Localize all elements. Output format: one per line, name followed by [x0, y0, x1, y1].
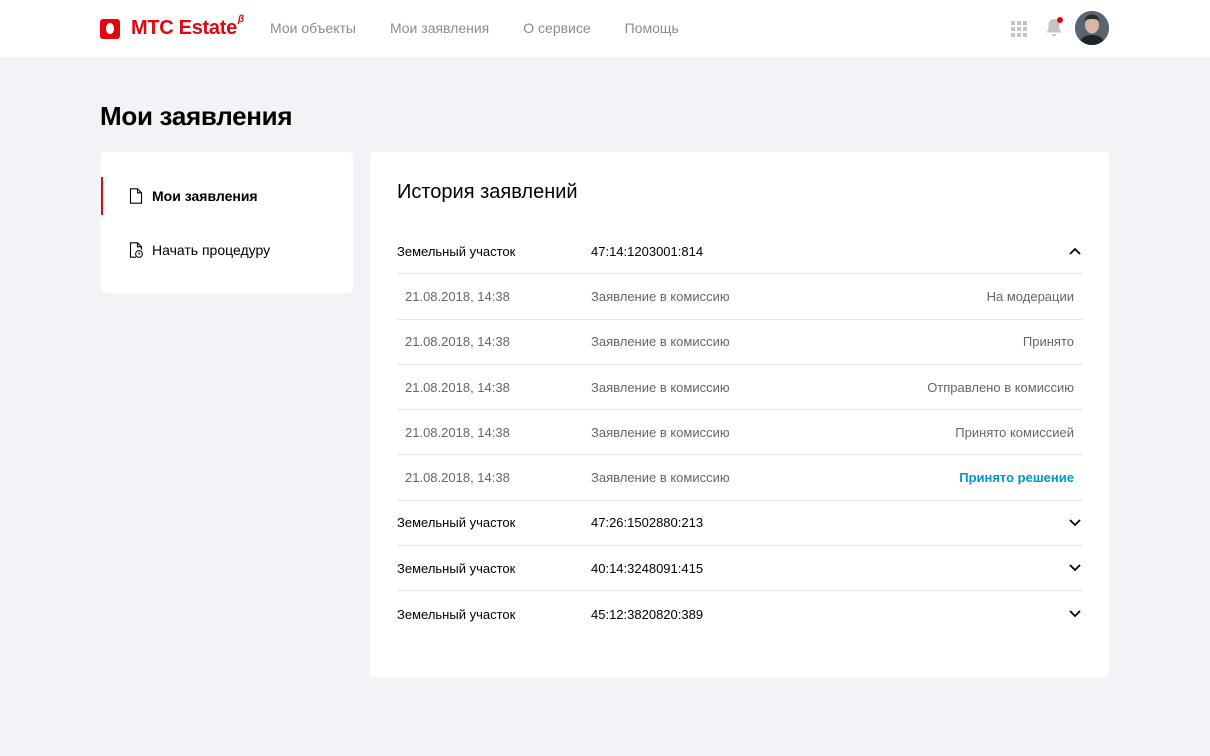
chevron-down-icon[interactable]: [1069, 610, 1081, 618]
application-date: 21.08.2018, 14:38: [405, 424, 510, 440]
chevron-down-icon[interactable]: [1069, 519, 1081, 527]
decision-link[interactable]: Принято решение: [959, 470, 1074, 485]
brand-logo[interactable]: МТС Estateβ: [100, 14, 244, 40]
page-title: Мои заявления: [100, 101, 293, 131]
logo-text: МТС Estateβ: [131, 14, 244, 39]
sidebar-item-my-applications[interactable]: Мои заявления: [101, 177, 353, 215]
application-status: Принято комиссией: [955, 424, 1074, 440]
object-type: Земельный участок: [397, 243, 516, 259]
nav-help[interactable]: Помощь: [625, 20, 679, 36]
sidebar-item-start-procedure[interactable]: Начать процедуру: [101, 231, 353, 269]
nav-my-applications[interactable]: Мои заявления: [390, 20, 489, 36]
application-status: Отправлено в комиссию: [927, 379, 1074, 395]
application-row: 21.08.2018, 14:38 Заявление в комиссию Н…: [397, 274, 1083, 320]
application-date: 21.08.2018, 14:38: [405, 470, 510, 486]
application-date: 21.08.2018, 14:38: [405, 288, 510, 304]
application-row: 21.08.2018, 14:38 Заявление в комиссию П…: [397, 320, 1083, 365]
application-status: На модерации: [986, 288, 1074, 304]
sidebar-item-label: Начать процедуру: [152, 242, 271, 258]
nav-about[interactable]: О сервисе: [523, 20, 590, 36]
object-type: Земельный участок: [397, 560, 516, 576]
main-nav: Мои объекты Мои заявления О сервисе Помо…: [270, 20, 713, 36]
nav-my-objects[interactable]: Мои объекты: [270, 20, 356, 36]
top-header: МТС Estateβ Мои объекты Мои заявления О …: [0, 0, 1210, 57]
document-icon: [129, 188, 143, 204]
apps-grid-icon[interactable]: [1011, 21, 1027, 37]
applications-history-card: История заявлений Земельный участок 47:1…: [370, 152, 1109, 677]
application-date: 21.08.2018, 14:38: [405, 379, 510, 395]
application-status: Принято: [1022, 334, 1074, 350]
object-type: Земельный участок: [397, 606, 516, 622]
application-kind: Заявление в комиссию: [591, 379, 730, 395]
group-row[interactable]: Земельный участок 47:26:1502880:213: [397, 501, 1083, 547]
cadastral-number: 47:26:1502880:213: [591, 515, 704, 531]
chevron-down-icon[interactable]: [1069, 564, 1081, 572]
application-row: 21.08.2018, 14:38 Заявление в комиссию П…: [397, 410, 1083, 456]
application-date: 21.08.2018, 14:38: [405, 334, 510, 350]
group-row[interactable]: Земельный участок 40:14:3248091:415: [397, 546, 1083, 592]
document-clock-icon: [129, 242, 143, 258]
group-row[interactable]: Земельный участок 47:14:1203001:814: [397, 229, 1083, 275]
cadastral-number: 40:14:3248091:415: [591, 560, 704, 576]
user-avatar[interactable]: [1075, 11, 1109, 45]
history-list: Земельный участок 47:14:1203001:814 21.0…: [397, 229, 1083, 637]
cadastral-number: 47:14:1203001:814: [591, 243, 704, 259]
sidebar-item-label: Мои заявления: [152, 188, 258, 204]
object-type: Земельный участок: [397, 515, 516, 531]
chevron-up-icon[interactable]: [1069, 247, 1081, 255]
application-kind: Заявление в комиссию: [591, 424, 730, 440]
application-row: 21.08.2018, 14:38 Заявление в комиссию О…: [397, 365, 1083, 411]
mts-logo-icon: [100, 18, 120, 39]
application-row: 21.08.2018, 14:38 Заявление в комиссию П…: [397, 455, 1083, 501]
notification-dot: [1057, 17, 1063, 23]
beta-badge: β: [237, 14, 244, 25]
group-row[interactable]: Земельный участок 45:12:3820820:389: [397, 591, 1083, 636]
application-kind: Заявление в комиссию: [591, 470, 730, 486]
application-kind: Заявление в комиссию: [591, 334, 730, 350]
history-title: История заявлений: [397, 181, 578, 203]
sidebar-menu: Мои заявления Начать процедуру: [101, 152, 353, 293]
cadastral-number: 45:12:3820820:389: [591, 606, 704, 622]
application-kind: Заявление в комиссию: [591, 288, 730, 304]
